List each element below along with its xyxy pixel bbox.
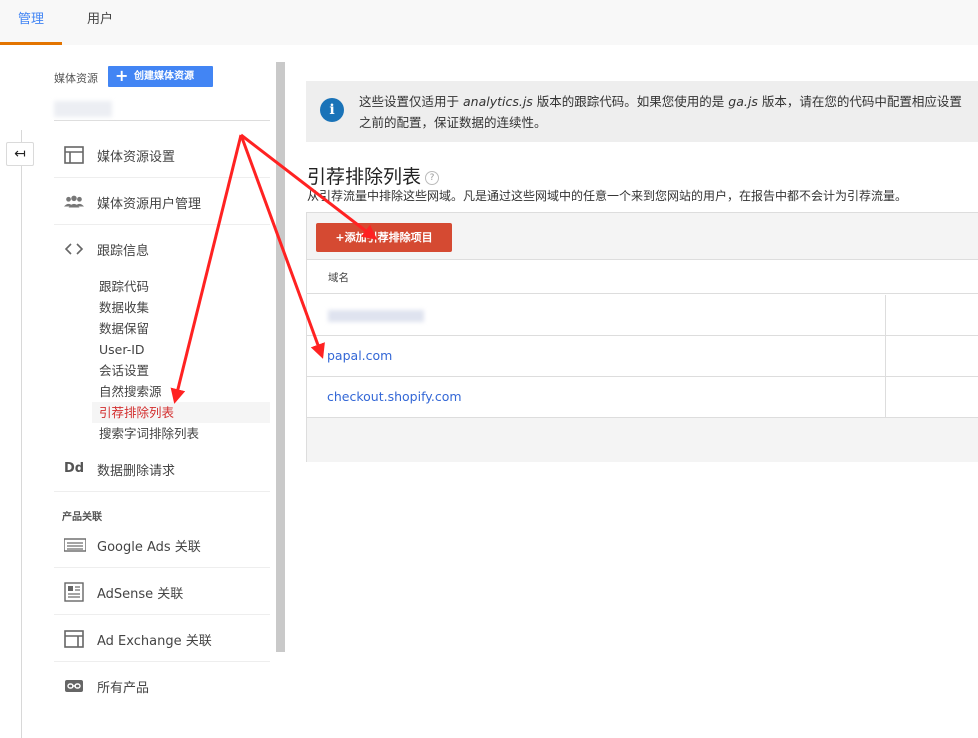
sidebar-item-google-ads[interactable]: Google Ads 关联 <box>54 522 270 568</box>
sub-item-session-settings[interactable]: 会话设置 <box>94 360 270 381</box>
google-ads-icon <box>64 538 86 552</box>
column-divider <box>885 377 886 417</box>
ad-exchange-icon <box>64 630 84 648</box>
domain-link[interactable]: checkout.shopify.com <box>327 389 462 404</box>
property-selector[interactable] <box>54 97 270 121</box>
info-text: 这些设置仅适用于 analytics.js 版本的跟踪代码。如果您使用的是 ga… <box>359 91 978 133</box>
left-rail <box>21 130 22 738</box>
sub-item-organic-search-sources[interactable]: 自然搜索源 <box>94 381 270 402</box>
sidebar-item-label: 媒体资源设置 <box>97 150 176 165</box>
domain-link[interactable]: papal.com <box>327 348 392 363</box>
info-text-part: 版本，请在您的代码中配置相应设置 <box>757 94 962 109</box>
info-notice: i 这些设置仅适用于 analytics.js 版本的跟踪代码。如果您使用的是 … <box>306 81 978 142</box>
column-divider <box>885 295 886 335</box>
layout-icon <box>64 146 84 164</box>
code-icon <box>64 243 84 255</box>
sidebar-item-data-deletion[interactable]: Dd 数据删除请求 <box>54 446 270 492</box>
tracking-sub-menu: 跟踪代码 数据收集 数据保留 User-ID 会话设置 自然搜索源 引荐排除列表… <box>92 276 270 444</box>
info-text-analyticsjs: analytics.js <box>462 94 533 109</box>
page-title-text: 引荐排除列表 <box>307 166 422 188</box>
sidebar-item-label: 数据删除请求 <box>97 464 176 479</box>
table-toolbar: +添加引荐排除项目 <box>307 213 978 260</box>
plus-icon: + <box>115 66 129 85</box>
tab-admin[interactable]: 管理 <box>0 0 62 45</box>
add-referral-exclusion-button[interactable]: +添加引荐排除项目 <box>316 223 452 252</box>
info-text-line2: 之前的配置，保证数据的连续性。 <box>359 115 547 130</box>
sub-item-tracking-code[interactable]: 跟踪代码 <box>94 276 270 297</box>
sidebar-item-label: 媒体资源用户管理 <box>97 197 202 212</box>
top-tab-bar: 管理 用户 <box>0 0 978 45</box>
page-description: 从引荐流量中排除这些网域。凡是通过这些网域中的任意一个来到您网站的用户，在报告中… <box>307 189 908 203</box>
sidebar-item-label: Google Ads 关联 <box>97 540 201 555</box>
sidebar-item-adsense[interactable]: AdSense 关联 <box>54 569 270 615</box>
sidebar-item-label: AdSense 关联 <box>97 587 184 602</box>
property-label: 媒体资源 <box>54 72 98 85</box>
sidebar-item-ad-exchange[interactable]: Ad Exchange 关联 <box>54 616 270 662</box>
column-divider <box>885 336 886 376</box>
link-icon <box>65 680 83 692</box>
sidebar-item-all-products[interactable]: 所有产品 <box>54 663 270 709</box>
data-deletion-icon: Dd <box>64 461 85 476</box>
section-product-links: 产品关联 <box>62 512 102 523</box>
back-button[interactable]: ↤ <box>6 142 34 166</box>
sidebar-item-label: 所有产品 <box>97 681 150 696</box>
sub-item-user-id[interactable]: User-ID <box>94 339 270 360</box>
sub-item-search-term-exclusion-list[interactable]: 搜索字词排除列表 <box>94 423 270 444</box>
sidebar-item-label: 跟踪信息 <box>97 244 150 259</box>
info-text-gajs: ga.js <box>728 94 758 109</box>
tab-user[interactable]: 用户 <box>70 0 130 45</box>
sidebar-item-label: Ad Exchange 关联 <box>97 634 212 649</box>
blurred-property-name <box>54 101 112 117</box>
create-property-button[interactable]: + 创建媒体资源 <box>108 66 213 87</box>
adsense-icon <box>64 582 84 602</box>
sub-item-referral-exclusion-list[interactable]: 引荐排除列表 <box>92 402 270 423</box>
exclusion-table: +添加引荐排除项目 域名 papal.com checkout.shopify.… <box>306 212 978 462</box>
sidebar-item-tracking-info[interactable]: 跟踪信息 <box>54 226 270 272</box>
table-row: checkout.shopify.com <box>307 377 978 418</box>
info-text-part: 这些设置仅适用于 <box>359 94 463 109</box>
table-header: 域名 <box>307 260 978 294</box>
blurred-domain <box>328 310 424 322</box>
info-icon: i <box>320 98 344 122</box>
create-property-label: 创建媒体资源 <box>134 71 194 82</box>
sidebar-item-user-management[interactable]: 媒体资源用户管理 <box>54 179 270 225</box>
page-title: 引荐排除列表? <box>307 162 440 189</box>
sub-item-data-retention[interactable]: 数据保留 <box>94 318 270 339</box>
sub-item-data-collection[interactable]: 数据收集 <box>94 297 270 318</box>
column-header-domain[interactable]: 域名 <box>328 270 349 285</box>
back-arrow-icon: ↤ <box>14 146 26 162</box>
table-row <box>307 295 978 336</box>
info-text-part: 版本的跟踪代码。如果您使用的是 <box>532 94 729 109</box>
help-icon[interactable]: ? <box>425 170 440 185</box>
sidebar-item-property-settings[interactable]: 媒体资源设置 <box>54 132 270 178</box>
table-row: papal.com <box>307 336 978 377</box>
sidebar-scrollbar[interactable] <box>276 62 285 652</box>
table-footer <box>307 418 978 462</box>
people-icon <box>64 195 84 208</box>
